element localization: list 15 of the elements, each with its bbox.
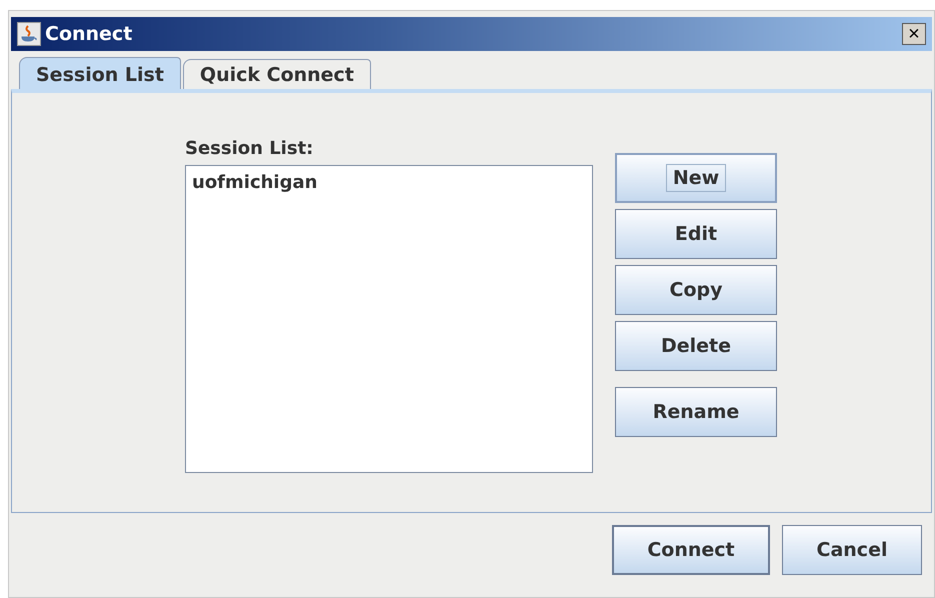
window-title: Connect (45, 23, 132, 45)
session-list[interactable]: uofmichigan (185, 165, 593, 473)
list-item[interactable]: uofmichigan (190, 170, 588, 195)
dialog-button[interactable]: Cancel (782, 525, 922, 575)
action-button[interactable]: Edit (615, 209, 777, 259)
tab[interactable]: Session List (19, 57, 181, 91)
action-button[interactable]: Copy (615, 265, 777, 315)
close-button[interactable]: × (902, 23, 926, 45)
action-button[interactable]: Rename (615, 387, 777, 437)
dialog-button[interactable]: Connect (612, 525, 770, 575)
tab[interactable]: Quick Connect (182, 59, 371, 89)
list-label: Session List: (185, 138, 314, 159)
action-button[interactable]: New (615, 153, 777, 203)
coffee-cup-icon (17, 22, 41, 46)
action-button[interactable]: Delete (615, 321, 777, 371)
